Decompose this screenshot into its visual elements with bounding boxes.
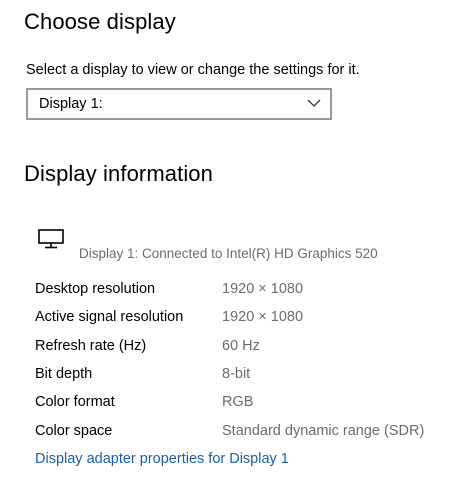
display-select-dropdown[interactable]: Display 1: (26, 88, 332, 120)
info-row-bit-depth: Bit depth 8-bit (35, 366, 465, 388)
info-value: 60 Hz (222, 338, 260, 354)
info-row-desktop-resolution: Desktop resolution 1920 × 1080 (35, 281, 465, 303)
info-label: Active signal resolution (35, 309, 184, 325)
chevron-down-icon (307, 99, 321, 107)
display-information-title: Display information (24, 161, 213, 186)
display-connection-text: Display 1: Connected to Intel(R) HD Grap… (79, 246, 378, 261)
info-label: Desktop resolution (35, 281, 156, 297)
info-label: Bit depth (35, 366, 93, 382)
info-row-refresh-rate: Refresh rate (Hz) 60 Hz (35, 338, 465, 360)
display-select-value: Display 1: (39, 96, 103, 112)
monitor-icon (38, 229, 64, 249)
info-value: Standard dynamic range (SDR) (222, 423, 425, 439)
info-row-color-space: Color space Standard dynamic range (SDR) (35, 423, 465, 445)
display-adapter-properties-link[interactable]: Display adapter properties for Display 1 (35, 451, 289, 467)
info-value: 1920 × 1080 (222, 281, 304, 297)
info-label: Color format (35, 394, 115, 410)
info-value: RGB (222, 394, 254, 410)
info-label: Color space (35, 423, 113, 439)
select-display-description: Select a display to view or change the s… (26, 62, 360, 78)
info-row-active-signal-resolution: Active signal resolution 1920 × 1080 (35, 309, 465, 331)
info-row-color-format: Color format RGB (35, 394, 465, 416)
info-value: 8-bit (222, 366, 251, 382)
info-label: Refresh rate (Hz) (35, 338, 147, 354)
choose-display-title: Choose display (24, 9, 176, 34)
info-value: 1920 × 1080 (222, 309, 304, 325)
